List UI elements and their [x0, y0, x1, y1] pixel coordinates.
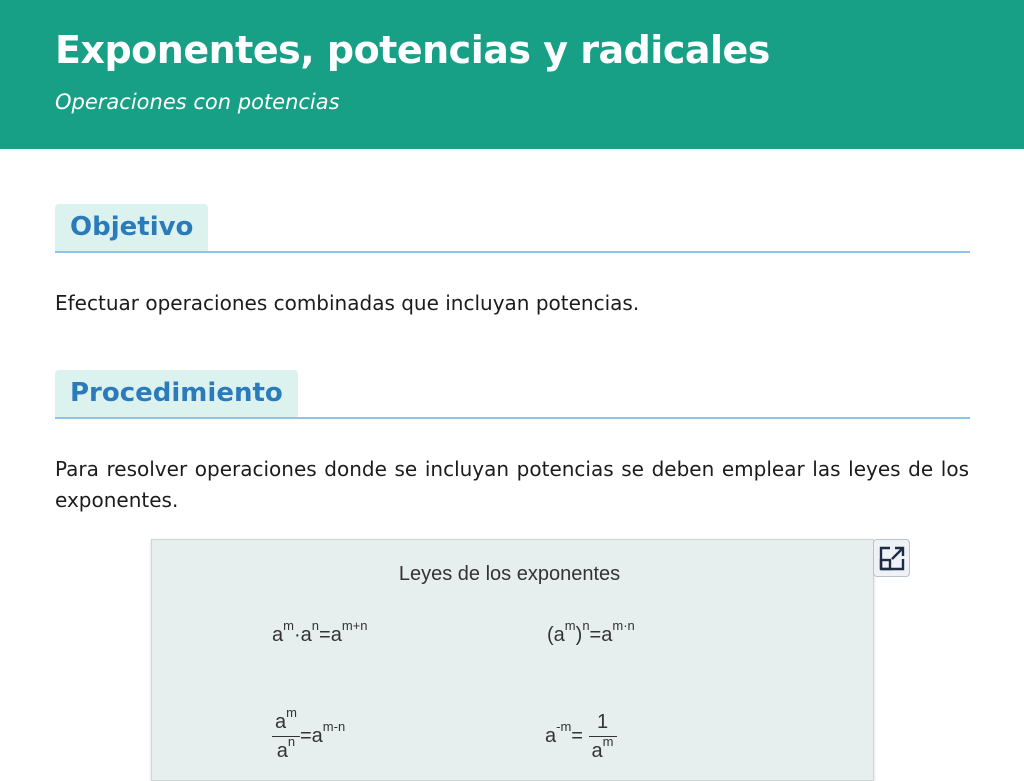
- panel-title: Leyes de los exponentes: [398, 563, 621, 585]
- law-power-of-power: (am)n=am·n: [547, 618, 635, 646]
- exponent-laws-panel[interactable]: Leyes de los exponentes am·an=am+n (am)n…: [151, 539, 874, 781]
- law-product: am·an=am+n: [272, 618, 368, 646]
- procedure-heading: Procedimiento: [55, 370, 298, 417]
- page-subtitle: Operaciones con potencias: [55, 90, 340, 114]
- expand-icon: [879, 546, 905, 571]
- objective-text: Efectuar operaciones combinadas que incl…: [55, 291, 640, 315]
- expand-button[interactable]: [873, 539, 910, 577]
- objective-section-header: Objetivo: [55, 204, 970, 253]
- objective-heading: Objetivo: [55, 204, 209, 251]
- law-quotient: am an =am-n: [272, 706, 345, 765]
- procedure-section-header: Procedimiento: [55, 370, 970, 419]
- page-title: Exponentes, potencias y radicales: [55, 28, 770, 72]
- law-negative-exponent: a-m= 1 am: [545, 708, 617, 765]
- page-header: Exponentes, potencias y radicales Operac…: [0, 0, 1024, 149]
- procedure-text: Para resolver operaciones donde se inclu…: [55, 457, 969, 512]
